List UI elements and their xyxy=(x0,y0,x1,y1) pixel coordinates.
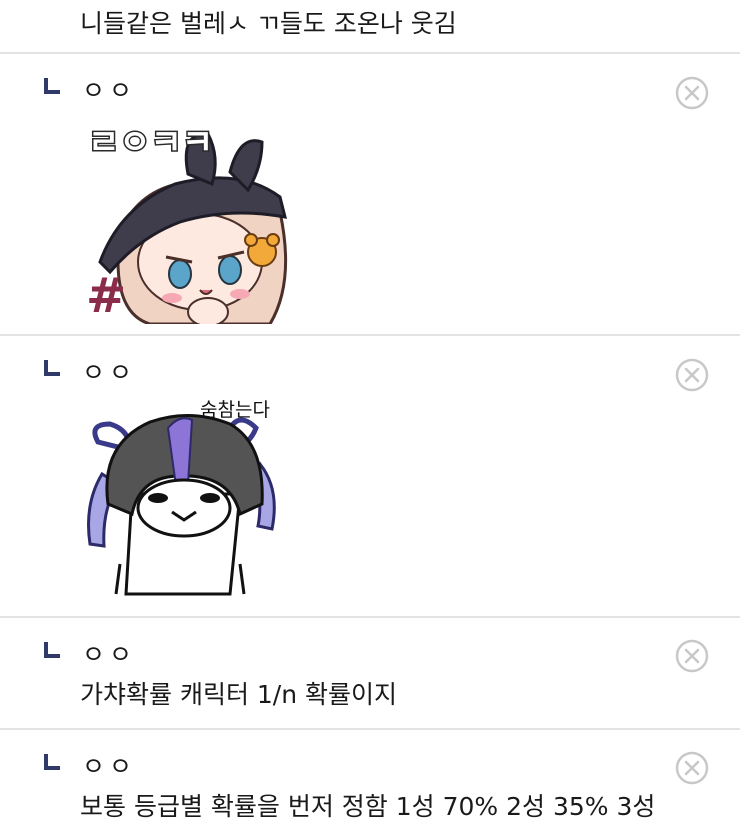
close-circle-icon xyxy=(675,76,709,110)
reply-item: ㅇㅇ 보통 등급별 확률을 번저 정함 1성 70% 2성 35% 3성 xyxy=(0,730,740,827)
delete-button[interactable] xyxy=(674,357,710,393)
sticker-image[interactable]: 숨참는다 xyxy=(80,394,292,606)
reply-nickname[interactable]: ㅇㅇ xyxy=(82,752,136,782)
reply-text: 가챠확률 캐릭터 1/n 확률이지 xyxy=(80,680,398,709)
reply-nickname[interactable]: ㅇㅇ xyxy=(82,358,136,388)
reply-arrow-icon xyxy=(44,754,60,770)
sticker-image[interactable]: # ㄹㅇㅋㅋ xyxy=(80,112,292,324)
reply-item: ㅇㅇ xyxy=(0,54,740,334)
delete-button[interactable] xyxy=(674,638,710,674)
reply-nickname[interactable]: ㅇㅇ xyxy=(82,640,136,670)
reply-text: 보통 등급별 확률을 번저 정함 1성 70% 2성 35% 3성 xyxy=(80,792,656,821)
reply-arrow-icon xyxy=(44,642,60,658)
reply-item: ㅇㅇ xyxy=(0,336,740,616)
svg-text:#: # xyxy=(86,268,126,324)
close-circle-icon xyxy=(675,751,709,785)
reply-item: ㅇㅇ 가챠확률 캐릭터 1/n 확률이지 xyxy=(0,618,740,728)
svg-text:ㄹㅇㅋㅋ: ㄹㅇㅋㅋ xyxy=(88,123,213,163)
reply-arrow-icon xyxy=(44,360,60,376)
comment-text: 니들같은 벌레ㅅ ㄲ들도 조온나 웃김 xyxy=(80,9,457,38)
reply-nickname[interactable]: ㅇㅇ xyxy=(82,76,136,106)
close-circle-icon xyxy=(675,639,709,673)
delete-button[interactable] xyxy=(674,750,710,786)
sticker-anime-girl: # ㄹㅇㅋㅋ xyxy=(80,112,292,324)
reply-arrow-icon xyxy=(44,78,60,94)
svg-text:숨참는다: 숨참는다 xyxy=(200,399,270,421)
close-circle-icon xyxy=(675,358,709,392)
sticker-pixel-creature: 숨참는다 xyxy=(80,394,292,606)
comment-thread: 니들같은 벌레ㅅ ㄲ들도 조온나 웃김 ㅇㅇ # ㄹㅇㅋㅋ ㅇㅇ 숨참는다 ㅇㅇ… xyxy=(0,0,740,827)
delete-button[interactable] xyxy=(674,75,710,111)
